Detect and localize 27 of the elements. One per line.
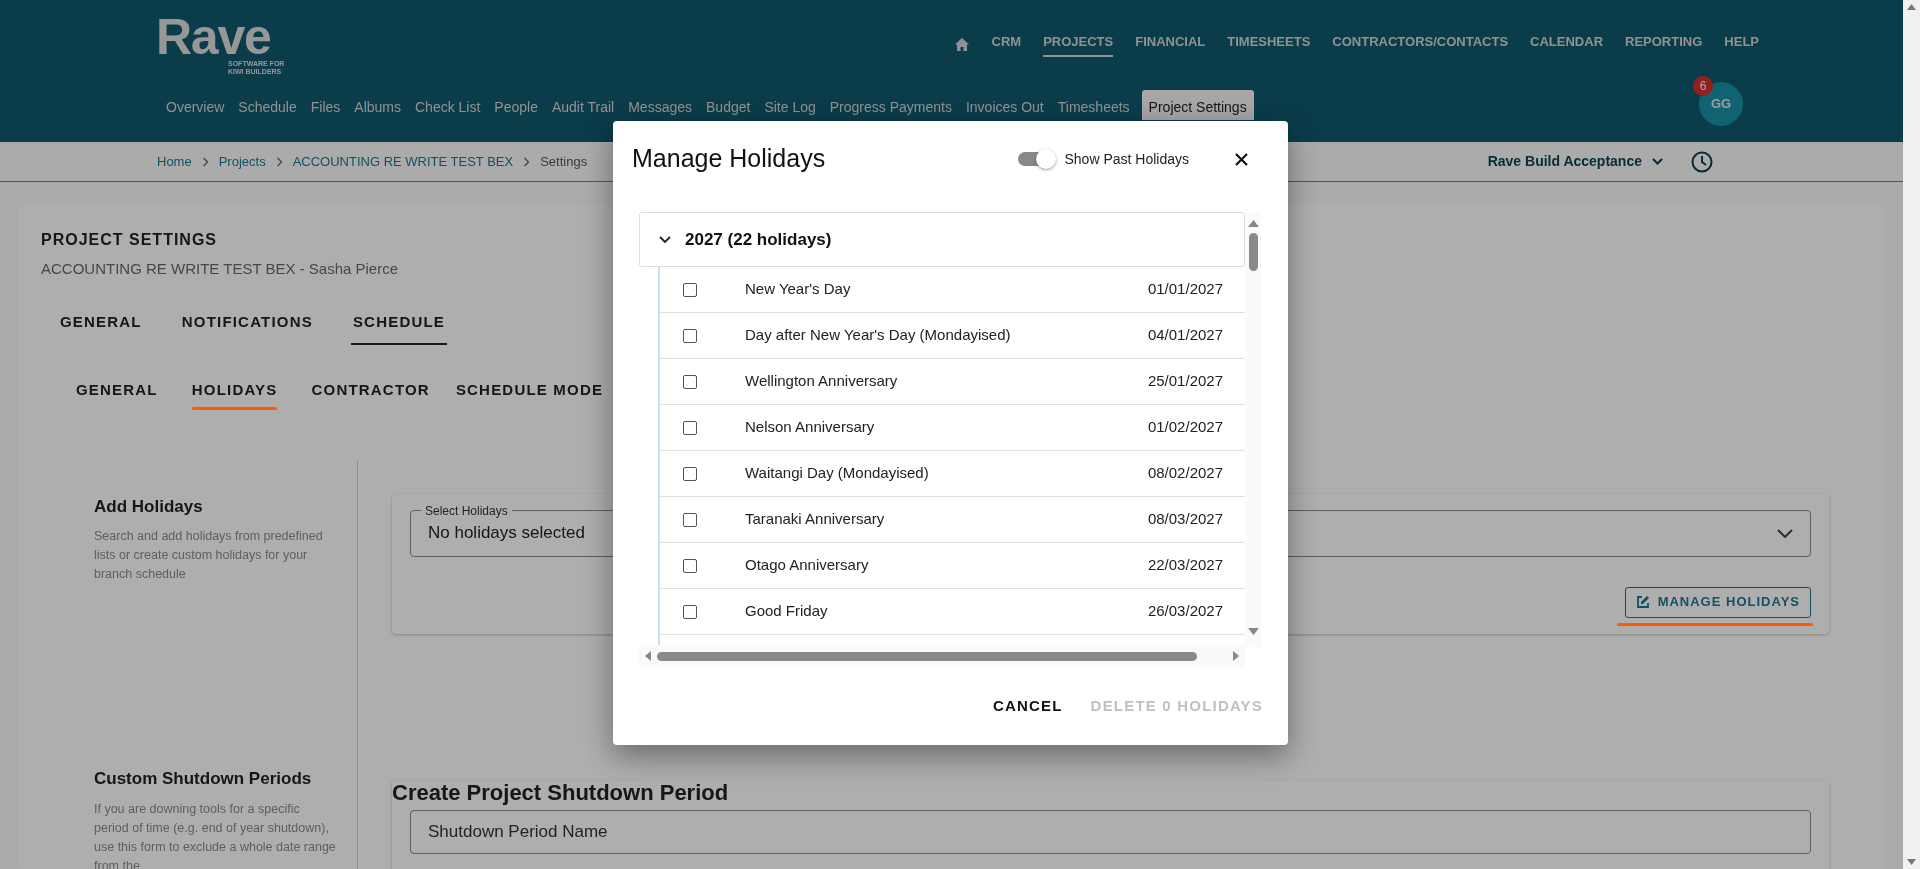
section-title: Custom Shutdown Periods xyxy=(94,768,312,790)
holiday-name: Nelson Anniversary xyxy=(745,417,875,438)
holiday-date: 01/02/2027 xyxy=(1147,417,1223,438)
holiday-name: New Year's Day xyxy=(745,279,851,300)
holiday-date: 04/01/2027 xyxy=(1147,325,1223,346)
holiday-date: 26/03/2027 xyxy=(1147,601,1223,622)
notification-badge: 6 xyxy=(1693,76,1713,96)
section-description: If you are downing tools for a specific period of time (e.g. end of year shutdown), use this form to exclude a whole date range from the xyxy=(94,800,337,869)
holiday-name: Otago Anniversary xyxy=(745,555,869,576)
holiday-name: Taranaki Anniversary xyxy=(745,509,885,530)
section-description: Search and add holidays from predefined lists or create custom holidays for your branch schedule xyxy=(94,528,324,583)
holiday-date: 25/01/2027 xyxy=(1147,371,1223,392)
holiday-date: 22/03/2027 xyxy=(1147,555,1223,576)
holiday-date: 08/02/2027 xyxy=(1147,463,1223,484)
holiday-date: 08/03/2027 xyxy=(1147,509,1223,530)
form-title: Create Project Shutdown Period xyxy=(392,779,729,806)
page-subtitle: ACCOUNTING RE WRITE TEST BEX - Sasha Pierce xyxy=(41,259,399,279)
select-value: No holidays selected xyxy=(428,522,585,545)
toggle-label: Show Past Holidays xyxy=(1064,149,1189,169)
holiday-name: Day after New Year's Day (Mondayised) xyxy=(745,325,1011,346)
dialog-title: Manage Holidays xyxy=(632,143,826,175)
section-title: Add Holidays xyxy=(94,495,203,518)
holiday-date: 01/01/2027 xyxy=(1147,279,1223,300)
holiday-name: Waitangi Day (Mondayised) xyxy=(745,463,929,484)
holiday-name: Good Friday xyxy=(745,601,828,622)
holiday-name: Wellington Anniversary xyxy=(745,371,898,392)
page-title: PROJECT SETTINGS xyxy=(41,230,218,250)
